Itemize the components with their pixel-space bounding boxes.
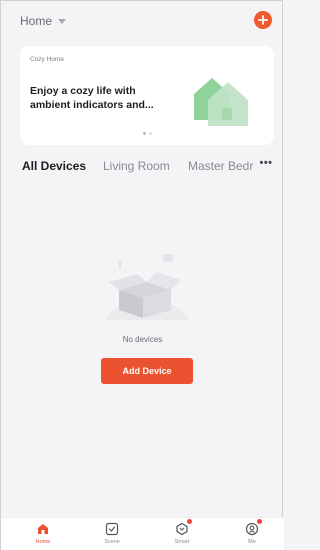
empty-box-icon: [105, 254, 189, 320]
tabbar-item-me[interactable]: Me: [232, 519, 272, 545]
smart-icon: [176, 522, 188, 536]
top-bar: Home: [1, 1, 284, 43]
plus-icon: [258, 15, 268, 25]
scene-icon: [105, 522, 119, 536]
tabbar-item-home[interactable]: Home: [23, 522, 63, 545]
tabbar-label-scene: Scene: [104, 539, 120, 545]
tabbar-item-smart[interactable]: Smart: [162, 519, 202, 545]
home-icon: [38, 524, 48, 534]
banner-headline: Enjoy a cozy life with ambient indicator…: [30, 85, 154, 111]
home-selector-label: Home: [20, 14, 53, 28]
tabbar-label-home: Home: [35, 539, 51, 545]
carousel-dot: [148, 132, 152, 135]
banner-tag: Cozy Home: [30, 56, 64, 63]
bottom-tab-bar: Home Scene Smart Me: [1, 517, 284, 550]
add-button[interactable]: [254, 11, 272, 29]
caret-down-icon: [58, 18, 67, 24]
carousel-dot: [142, 132, 146, 135]
me-icon: [245, 522, 259, 536]
more-tabs-button[interactable]: •••: [254, 157, 278, 173]
tabbar-label-me: Me: [248, 539, 256, 545]
home-selector[interactable]: Home: [20, 14, 67, 28]
carousel-indicator: [20, 132, 274, 135]
tab-master-bedroom[interactable]: Master Bedro: [188, 159, 260, 173]
add-device-button[interactable]: Add Device: [101, 358, 193, 384]
tabbar-item-scene[interactable]: Scene: [92, 522, 132, 545]
room-tabs: All Devices Living Room Master Bedro: [1, 159, 284, 177]
promo-banner[interactable]: Cozy Home Enjoy a cozy life with ambient…: [20, 46, 274, 145]
house-illustration-icon: [194, 78, 248, 126]
smart-badge: [187, 519, 192, 524]
empty-state-message: No devices: [122, 335, 163, 344]
me-badge: [257, 519, 262, 524]
tab-living-room[interactable]: Living Room: [103, 159, 170, 173]
tabbar-label-smart: Smart: [174, 539, 190, 545]
tab-all-devices[interactable]: All Devices: [22, 159, 86, 173]
